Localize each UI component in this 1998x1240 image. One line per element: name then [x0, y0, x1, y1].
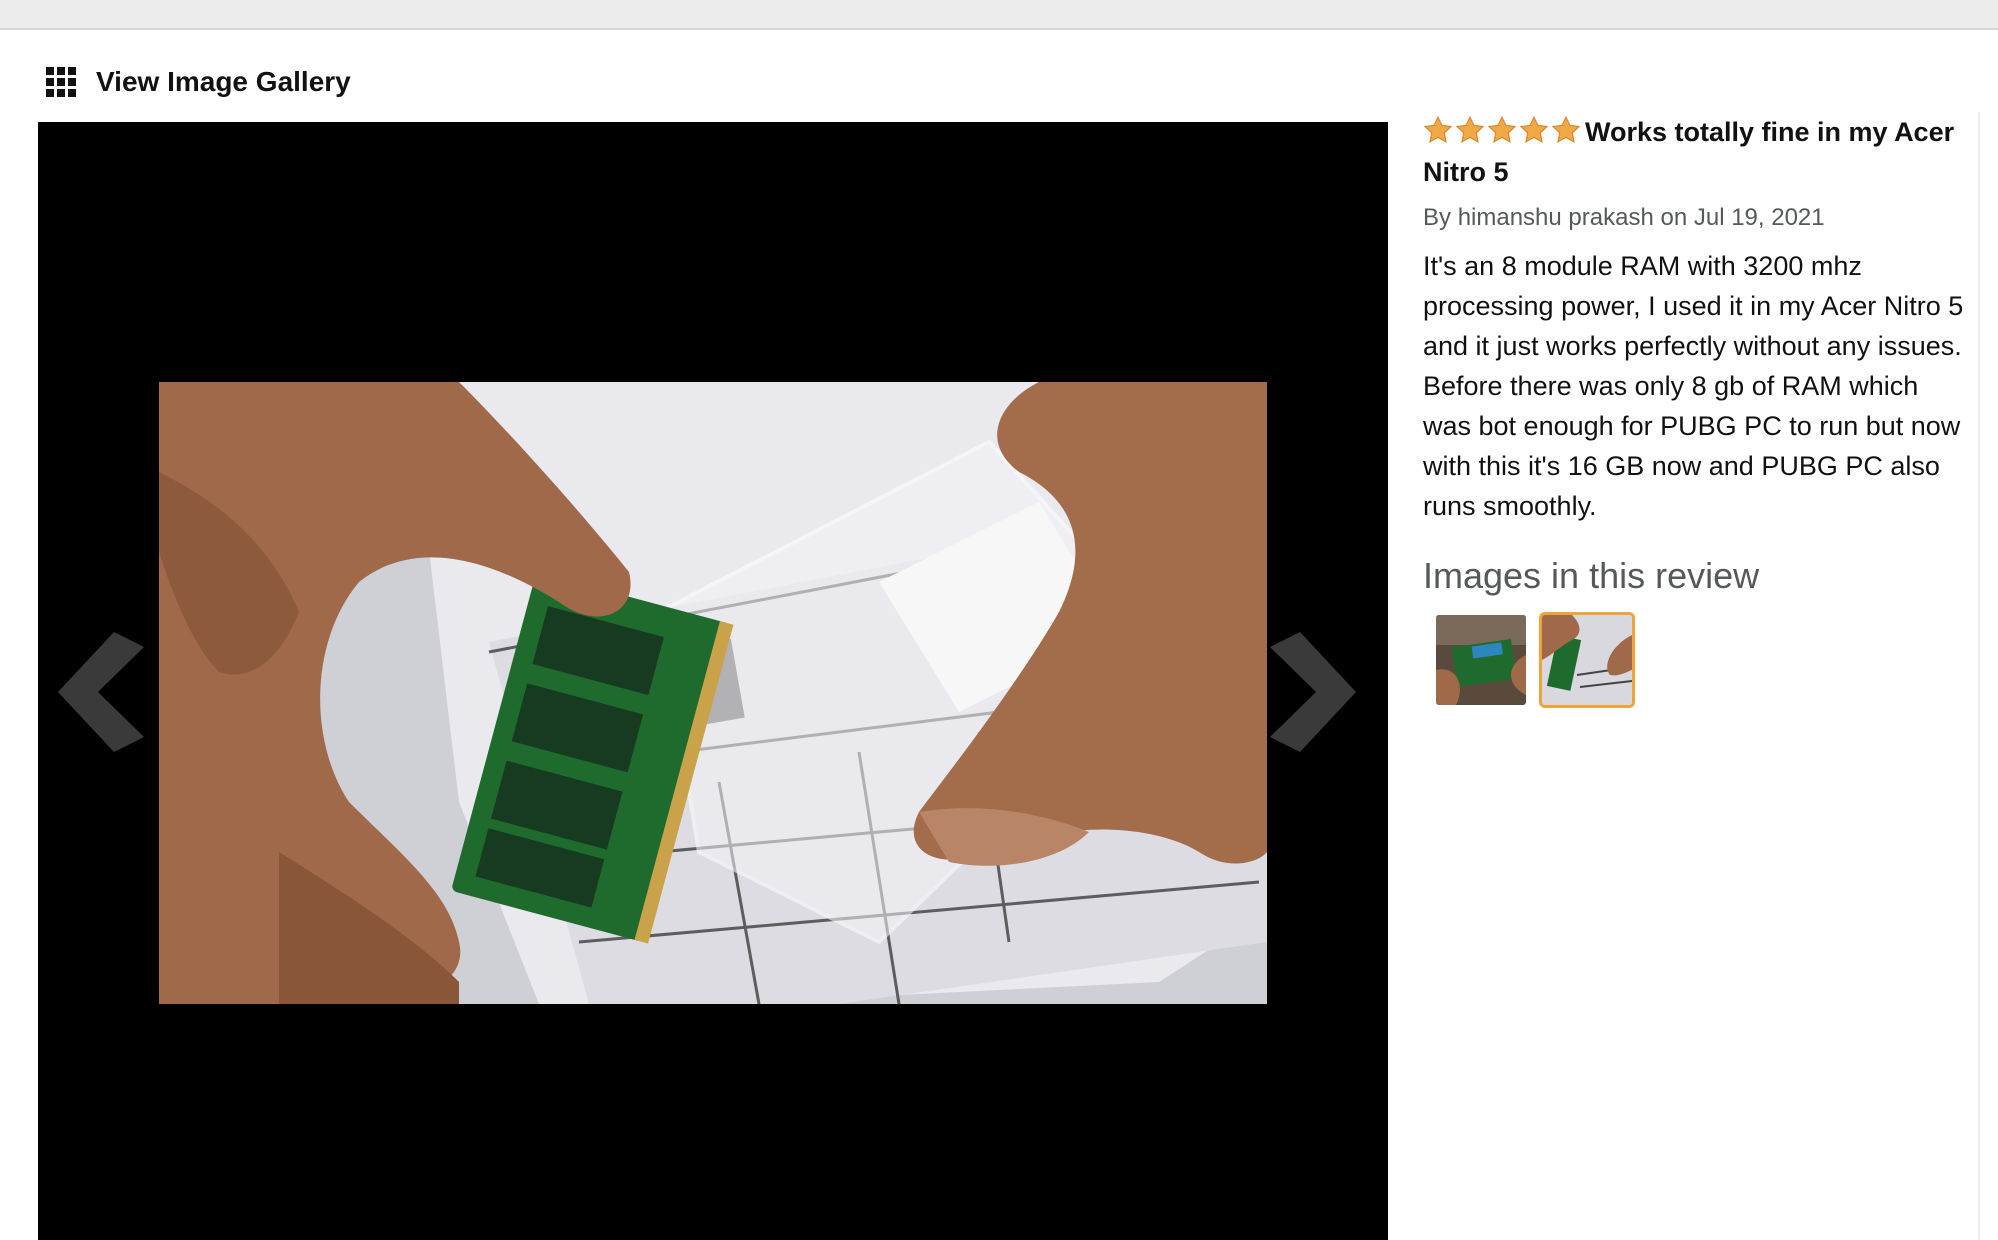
browser-top-bar: [0, 0, 1998, 30]
chevron-right-icon[interactable]: [1268, 627, 1358, 757]
star-rating: [1423, 115, 1581, 145]
star-icon: [1423, 115, 1453, 143]
review-panel: Works totally fine in my Acer Nitro 5 By…: [1423, 112, 1978, 708]
image-viewer: [38, 122, 1388, 1240]
panel-edge: [1978, 112, 1980, 1240]
review-body: It's an 8 module RAM with 3200 mhz proce…: [1423, 251, 1964, 521]
images-in-review-heading: Images in this review: [1423, 555, 1760, 596]
star-icon: [1519, 115, 1549, 143]
star-icon: [1455, 115, 1485, 143]
review-thumbnails: [1423, 612, 1978, 708]
author-link[interactable]: himanshu prakash: [1458, 204, 1654, 231]
chevron-left-icon[interactable]: [56, 627, 146, 757]
byline-prefix: By: [1423, 204, 1458, 231]
review-thumbnail-2[interactable]: [1539, 612, 1635, 708]
view-image-gallery-link[interactable]: View Image Gallery: [46, 58, 351, 106]
review-date: on Jul 19, 2021: [1653, 204, 1825, 231]
review-title-row: Works totally fine in my Acer Nitro 5: [1423, 112, 1978, 192]
review-main-image: [159, 382, 1267, 1004]
review-thumbnail-1[interactable]: [1433, 612, 1529, 708]
star-icon: [1551, 115, 1581, 143]
review-byline: By himanshu prakash on Jul 19, 2021: [1423, 202, 1978, 234]
star-icon: [1487, 115, 1517, 143]
gallery-title: View Image Gallery: [96, 66, 351, 97]
grid-icon: [46, 67, 76, 97]
